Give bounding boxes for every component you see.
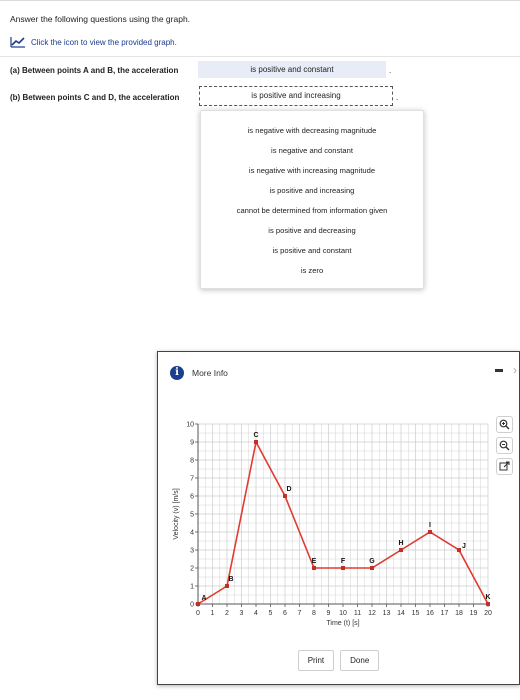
data-point-label: G [369,558,375,565]
x-tick-label: 8 [312,610,316,617]
dropdown-option[interactable]: cannot be determined from information gi… [201,201,423,221]
data-point-label: J [462,543,466,550]
x-axis-label: Time (t) [s] [326,620,359,627]
data-point [196,602,200,606]
dropdown-option[interactable]: is positive and increasing [201,181,423,201]
dropdown-option[interactable]: is negative with increasing magnitude [201,161,423,181]
zoom-in-icon [499,419,510,430]
x-tick-label: 16 [426,610,434,617]
data-point-label: H [398,540,403,547]
data-point [399,548,403,552]
line-chart-icon[interactable] [10,36,26,48]
dialog-title: More Info [192,368,228,378]
open-external-button[interactable] [496,458,513,475]
y-tick-label: 10 [186,422,194,429]
y-axis-label: Velocity (v) [m/s] [173,488,180,539]
graph-link[interactable]: Click the icon to view the provided grap… [10,36,177,48]
x-tick-label: 3 [240,610,244,617]
data-point-label: I [429,522,431,529]
y-tick-label: 4 [190,530,194,537]
y-tick-label: 7 [190,476,194,483]
y-tick-label: 3 [190,548,194,555]
data-point-label: D [286,486,291,493]
x-tick-label: 7 [298,610,302,617]
data-point [428,530,432,534]
x-tick-label: 17 [441,610,449,617]
data-point [370,566,374,570]
x-tick-label: 20 [484,610,492,617]
y-tick-label: 5 [190,512,194,519]
data-point [225,584,229,588]
question-b-period: . [396,93,399,102]
x-tick-label: 19 [470,610,478,617]
answer-b-select[interactable]: is positive and increasing [199,86,393,106]
x-tick-label: 4 [254,610,258,617]
data-point [486,602,490,606]
zoom-out-button[interactable] [496,437,513,454]
data-point-label: K [485,594,490,601]
x-tick-label: 10 [339,610,347,617]
graph-link-label[interactable]: Click the icon to view the provided grap… [31,38,177,47]
data-point [457,548,461,552]
dropdown-option[interactable]: is positive and decreasing [201,221,423,241]
y-tick-label: 8 [190,458,194,465]
dropdown-option[interactable]: is positive and constant [201,241,423,261]
done-button[interactable]: Done [340,650,380,671]
x-tick-label: 15 [412,610,420,617]
print-button[interactable]: Print [297,650,335,671]
x-tick-label: 13 [383,610,391,617]
data-point [341,566,345,570]
section-divider [0,56,520,57]
x-tick-label: 0 [196,610,200,617]
dropdown-option[interactable]: is negative with decreasing magnitude [201,121,423,141]
question-a-label: (a) Between points A and B, the accelera… [10,66,179,75]
x-tick-label: 11 [354,610,361,617]
dialog-buttons: Print Done [158,650,519,671]
x-tick-label: 6 [283,610,287,617]
zoom-out-icon [499,440,510,451]
y-tick-label: 0 [190,602,194,609]
answer-dropdown-menu: is negative with decreasing magnitude is… [200,110,424,289]
x-tick-label: 12 [368,610,376,617]
data-point-label: A [201,595,206,602]
chart-toolbar [496,416,513,475]
velocity-time-chart: 0123456789100 1 2 3 4 5 6 7 8 9 10 11 12 13 14 15 16 17 18… [173,422,492,628]
data-point-label: F [341,558,346,565]
zoom-in-button[interactable] [496,416,513,433]
info-icon: i [170,366,184,380]
data-point [283,494,287,498]
data-point-label: E [312,558,317,565]
external-link-icon [499,461,510,471]
dialog-header: i More Info [170,366,228,380]
y-tick-label: 9 [190,440,194,447]
instructions-text: Answer the following questions using the… [10,14,191,24]
y-tick-label: 1 [190,584,194,591]
y-tick-label: 6 [190,494,194,501]
data-point-label: C [253,432,258,439]
chevron-right-icon[interactable]: › [513,363,517,377]
data-point [312,566,316,570]
dropdown-option[interactable]: is negative and constant [201,141,423,161]
top-divider [0,0,520,1]
x-tick-label: 14 [397,610,405,617]
x-tick-label: 9 [327,610,331,617]
question-a-period: . [389,66,392,75]
data-point-label: B [228,576,233,583]
x-tick-label: 2 [225,610,229,617]
minimize-icon[interactable] [495,369,503,372]
answer-a-select[interactable]: is positive and constant [198,61,386,78]
x-tick-label: 18 [455,610,463,617]
dropdown-option[interactable]: is zero [201,261,423,281]
data-point [254,440,258,444]
y-tick-label: 2 [190,566,194,573]
more-info-dialog: i More Info › 0 1 2 3 4 5 6 7 8 9 10 0 1 2 3 4 5 6 7 8 9 10 11… [157,351,520,685]
x-tick-label: 1 [211,610,215,617]
question-b-label: (b) Between points C and D, the accelera… [10,93,180,102]
x-tick-label: 5 [269,610,273,617]
